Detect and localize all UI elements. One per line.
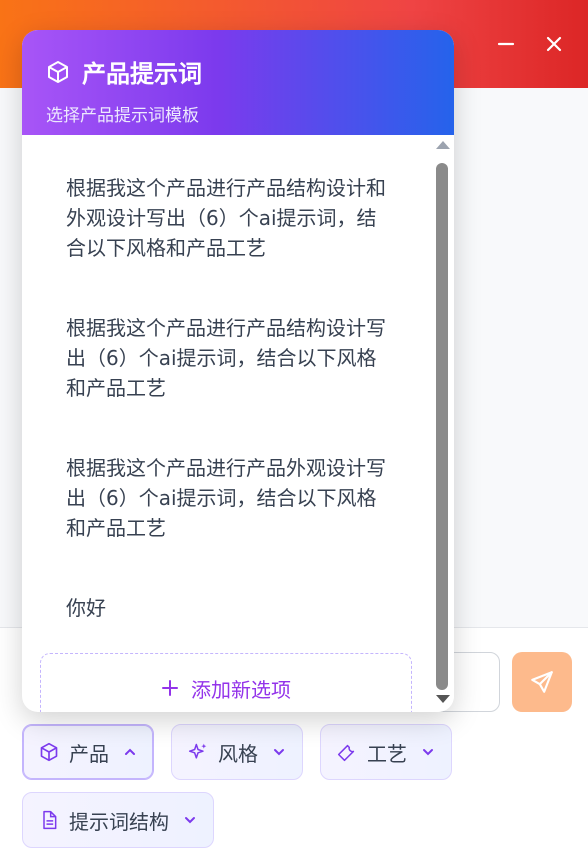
send-icon	[531, 671, 553, 693]
template-list: 根据我这个产品进行产品结构设计和外观设计写出（6）个ai提示词，结合以下风格和产…	[22, 135, 432, 645]
chip-label: 产品	[69, 741, 109, 766]
popup-header: 产品提示词 选择产品提示词模板	[22, 30, 454, 135]
cube-icon	[40, 742, 58, 762]
scrollbar[interactable]	[432, 135, 454, 712]
template-option[interactable]: 根据我这个产品进行产品结构设计和外观设计写出（6）个ai提示词，结合以下风格和产…	[22, 173, 432, 263]
chevron-up-icon	[125, 748, 135, 755]
chevron-down-icon	[274, 749, 284, 756]
chip-style[interactable]: 风格	[171, 724, 303, 780]
chip-label: 工艺	[367, 741, 407, 766]
template-option[interactable]: 根据我这个产品进行产品结构设计写出（6）个ai提示词，结合以下风格和产品工艺	[22, 313, 432, 403]
close-icon	[546, 36, 562, 52]
chevron-down-icon	[423, 749, 433, 756]
popup-subtitle: 选择产品提示词模板	[46, 106, 199, 126]
minimize-icon	[497, 42, 515, 46]
prompt-template-popup: 产品提示词 选择产品提示词模板 根据我这个产品进行产品结构设计和外观设计写出（6…	[22, 30, 454, 712]
popup-title: 产品提示词	[82, 60, 202, 88]
document-icon	[43, 810, 57, 830]
minimize-button[interactable]	[490, 28, 522, 60]
close-button[interactable]	[538, 28, 570, 60]
wrench-icon	[337, 744, 355, 762]
scrollbar-thumb[interactable]	[436, 163, 448, 690]
sparkles-icon	[188, 743, 207, 759]
add-new-option-button[interactable]: 添加新选项	[40, 653, 412, 712]
chevron-down-icon	[185, 817, 195, 824]
chip-prompt-structure[interactable]: 提示词结构	[22, 792, 214, 848]
chip-label: 提示词结构	[69, 809, 169, 834]
add-option-label: 添加新选项	[191, 677, 291, 702]
template-option[interactable]: 你好	[22, 593, 432, 623]
template-option[interactable]: 根据我这个产品进行产品外观设计写出（6）个ai提示词，结合以下风格和产品工艺	[22, 453, 432, 543]
scroll-up-arrow-icon[interactable]	[436, 141, 450, 149]
cube-icon	[48, 60, 68, 83]
plus-icon	[162, 680, 178, 696]
send-button[interactable]	[512, 652, 572, 712]
chip-craft[interactable]: 工艺	[320, 724, 452, 780]
chip-label: 风格	[218, 741, 258, 766]
chip-product[interactable]: 产品	[22, 724, 154, 780]
scroll-down-arrow-icon[interactable]	[436, 695, 450, 703]
